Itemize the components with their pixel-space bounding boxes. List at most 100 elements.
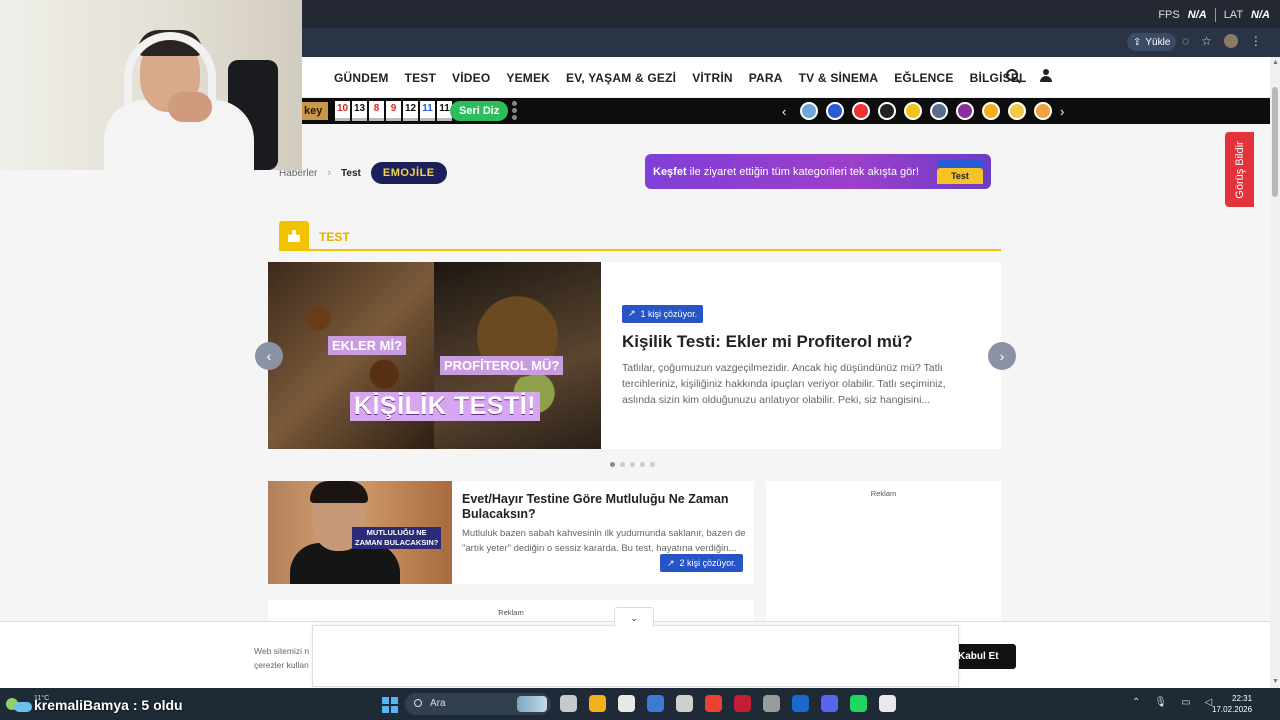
scroll-up-icon[interactable]: ▲	[1272, 59, 1279, 67]
windows-start-icon[interactable]	[382, 697, 398, 713]
taskbar-app-icon[interactable]	[676, 695, 693, 712]
taskbar-app-icon[interactable]	[560, 695, 577, 712]
card-title[interactable]: Evet/Hayır Testine Göre Mutluluğu Ne Zam…	[462, 492, 742, 522]
taskbar-app-icon[interactable]	[618, 695, 635, 712]
brand-logo-icon[interactable]	[878, 102, 896, 120]
more-menu-icon[interactable]: ⋮	[1250, 34, 1262, 48]
star-icon[interactable]: ☆	[1201, 34, 1212, 48]
taskbar-app-icon[interactable]	[821, 695, 838, 712]
banner-deco	[937, 160, 983, 168]
chevron-up-icon[interactable]: ⌃	[1132, 697, 1140, 708]
seri-diz-button[interactable]: Seri Diz	[450, 101, 509, 121]
brand-next-icon[interactable]: ›	[1060, 104, 1070, 119]
windows-taskbar: 11°C kremaliBamya : 5 oldu Ara ⌃ 🎙 ▭ ◁ 2…	[0, 688, 1280, 720]
taskbar-app-icon[interactable]	[763, 695, 780, 712]
kesfet-banner[interactable]: Keşfet ile ziyaret ettiğin tüm kategoril…	[645, 154, 991, 189]
featured-image[interactable]: EKLER Mİ? PROFİTEROL MÜ? KİŞİLİK TESTİ!	[268, 262, 601, 449]
brand-logo-icon[interactable]	[982, 102, 1000, 120]
ad-slot-right[interactable]: Reklam	[766, 481, 1001, 621]
taskbar-app-icon[interactable]	[792, 695, 809, 712]
test-card[interactable]: MUTLULUĞU NE ZAMAN BULACAKSIN? Evet/Hayı…	[268, 481, 754, 584]
slider-dot[interactable]	[650, 462, 655, 467]
upload-button[interactable]: ⇪ Yükle	[1127, 33, 1177, 51]
nav-item-4[interactable]: EV, YAŞAM & GEZİ	[566, 71, 676, 85]
streak-day[interactable]: 11	[420, 101, 435, 121]
nav-item-7[interactable]: TV & SİNEMA	[799, 71, 879, 85]
card-description: Mutluluk bazen sabah kahvesinin ilk yudu…	[462, 528, 746, 554]
featured-description: Tatlılar, çoğumuzun vazgeçilmezidir. Anc…	[622, 361, 946, 406]
streak-day[interactable]: 9	[386, 101, 401, 121]
card-thumbnail[interactable]: MUTLULUĞU NE ZAMAN BULACAKSIN?	[268, 481, 452, 584]
page-scrollbar[interactable]: ▲ ▼	[1270, 57, 1280, 688]
nav-item-2[interactable]: VİDEO	[452, 71, 490, 85]
nav-item-5[interactable]: VİTRİN	[692, 71, 733, 85]
breadcrumb: Haberler › Test EMOJİLE	[279, 162, 447, 184]
user-icon[interactable]	[1040, 69, 1052, 82]
system-clock[interactable]: 22:31 17.02.2026	[1212, 693, 1252, 715]
brand-logo-icon[interactable]	[904, 102, 922, 120]
streak-day[interactable]: 12	[403, 101, 418, 121]
slider-dot[interactable]	[620, 462, 625, 467]
brand-logo-icon[interactable]	[826, 102, 844, 120]
sticky-ad-overlay[interactable]	[312, 625, 959, 687]
system-tray: ⌃ 🎙 ▭ ◁	[1132, 697, 1212, 708]
taskbar-app-icon[interactable]	[705, 695, 722, 712]
brand-logo-icon[interactable]	[930, 102, 948, 120]
emojile-logo[interactable]: EMOJİLE	[370, 162, 447, 184]
streak-day[interactable]: 10	[335, 101, 350, 121]
webcam-overlay	[0, 0, 302, 170]
ad-label: Reklam	[870, 489, 897, 498]
eye-off-icon[interactable]: ◌	[1182, 34, 1189, 48]
brand-prev-icon[interactable]: ‹	[782, 104, 792, 119]
solver-badge: ↗ 1 kişi çözüyor.	[622, 304, 704, 323]
featured-slide[interactable]: EKLER Mİ? PROFİTEROL MÜ? KİŞİLİK TESTİ! …	[268, 262, 1001, 449]
cookie-text-line2: çerezler kullan	[254, 660, 309, 670]
brand-logo-icon[interactable]	[1034, 102, 1052, 120]
streak-days: 10 13 8 9 12 11 11	[335, 101, 452, 121]
scroll-down-icon[interactable]: ▼	[1272, 678, 1279, 686]
image-caption-kisilik: KİŞİLİK TESTİ!	[350, 392, 540, 421]
nav-item-0[interactable]: GÜNDEM	[334, 71, 389, 85]
feedback-button[interactable]: Görüş Bildir	[1225, 132, 1254, 207]
brand-logo-icon[interactable]	[800, 102, 818, 120]
taskbar-app-icon[interactable]	[850, 695, 867, 712]
collapse-ad-button[interactable]: ⌄	[614, 607, 654, 627]
featured-title[interactable]: Kişilik Testi: Ekler mi Profiterol mü?	[622, 332, 962, 352]
feedback-label: Görüş Bildir	[1233, 140, 1246, 199]
weather-icon[interactable]	[6, 696, 32, 714]
streak-day[interactable]: 13	[352, 101, 367, 121]
upload-label: Yükle	[1145, 36, 1171, 48]
slider-dot[interactable]	[610, 462, 615, 467]
taskbar-app-icon[interactable]	[734, 695, 751, 712]
taskbar-app-icon[interactable]	[879, 695, 896, 712]
streak-day[interactable]: 8	[369, 101, 384, 121]
divider	[1214, 8, 1216, 22]
upload-icon: ⇪	[1133, 36, 1142, 48]
slider-dot[interactable]	[630, 462, 635, 467]
taskbar-app-icon[interactable]	[647, 695, 664, 712]
profile-avatar[interactable]	[1223, 34, 1238, 48]
slider-next-button[interactable]: ›	[988, 342, 1016, 370]
brand-carousel: ‹ ›	[782, 102, 1070, 120]
brand-logo-icon[interactable]	[1008, 102, 1026, 120]
solver-count: 1 kişi çözüyor.	[640, 308, 698, 319]
microphone-icon[interactable]: 🎙	[1154, 697, 1167, 708]
brand-logo-icon[interactable]	[852, 102, 870, 120]
key-logo[interactable]: key	[302, 102, 328, 120]
taskbar-app-icon[interactable]	[589, 695, 606, 712]
ad-slot-bottom[interactable]: Reklam	[268, 600, 754, 621]
taskbar-search[interactable]: Ara	[405, 693, 551, 715]
site-navigation: GÜNDEM TEST VİDEO YEMEK EV, YAŞAM & GEZİ VİTR…	[302, 57, 1270, 98]
nav-item-3[interactable]: YEMEK	[506, 71, 550, 85]
search-icon	[414, 699, 422, 707]
nav-item-1[interactable]: TEST	[405, 71, 436, 85]
scrollbar-thumb[interactable]	[1272, 87, 1278, 197]
brand-logo-icon[interactable]	[956, 102, 974, 120]
search-icon[interactable]	[1006, 69, 1018, 81]
slider-dot[interactable]	[640, 462, 645, 467]
cookie-text-line1: Web sitemizi n	[254, 646, 310, 656]
nav-item-8[interactable]: EĞLENCE	[894, 71, 953, 85]
nav-item-6[interactable]: PARA	[749, 71, 783, 85]
slider-prev-button[interactable]: ‹	[255, 342, 283, 370]
network-icon[interactable]: ▭	[1181, 697, 1190, 708]
